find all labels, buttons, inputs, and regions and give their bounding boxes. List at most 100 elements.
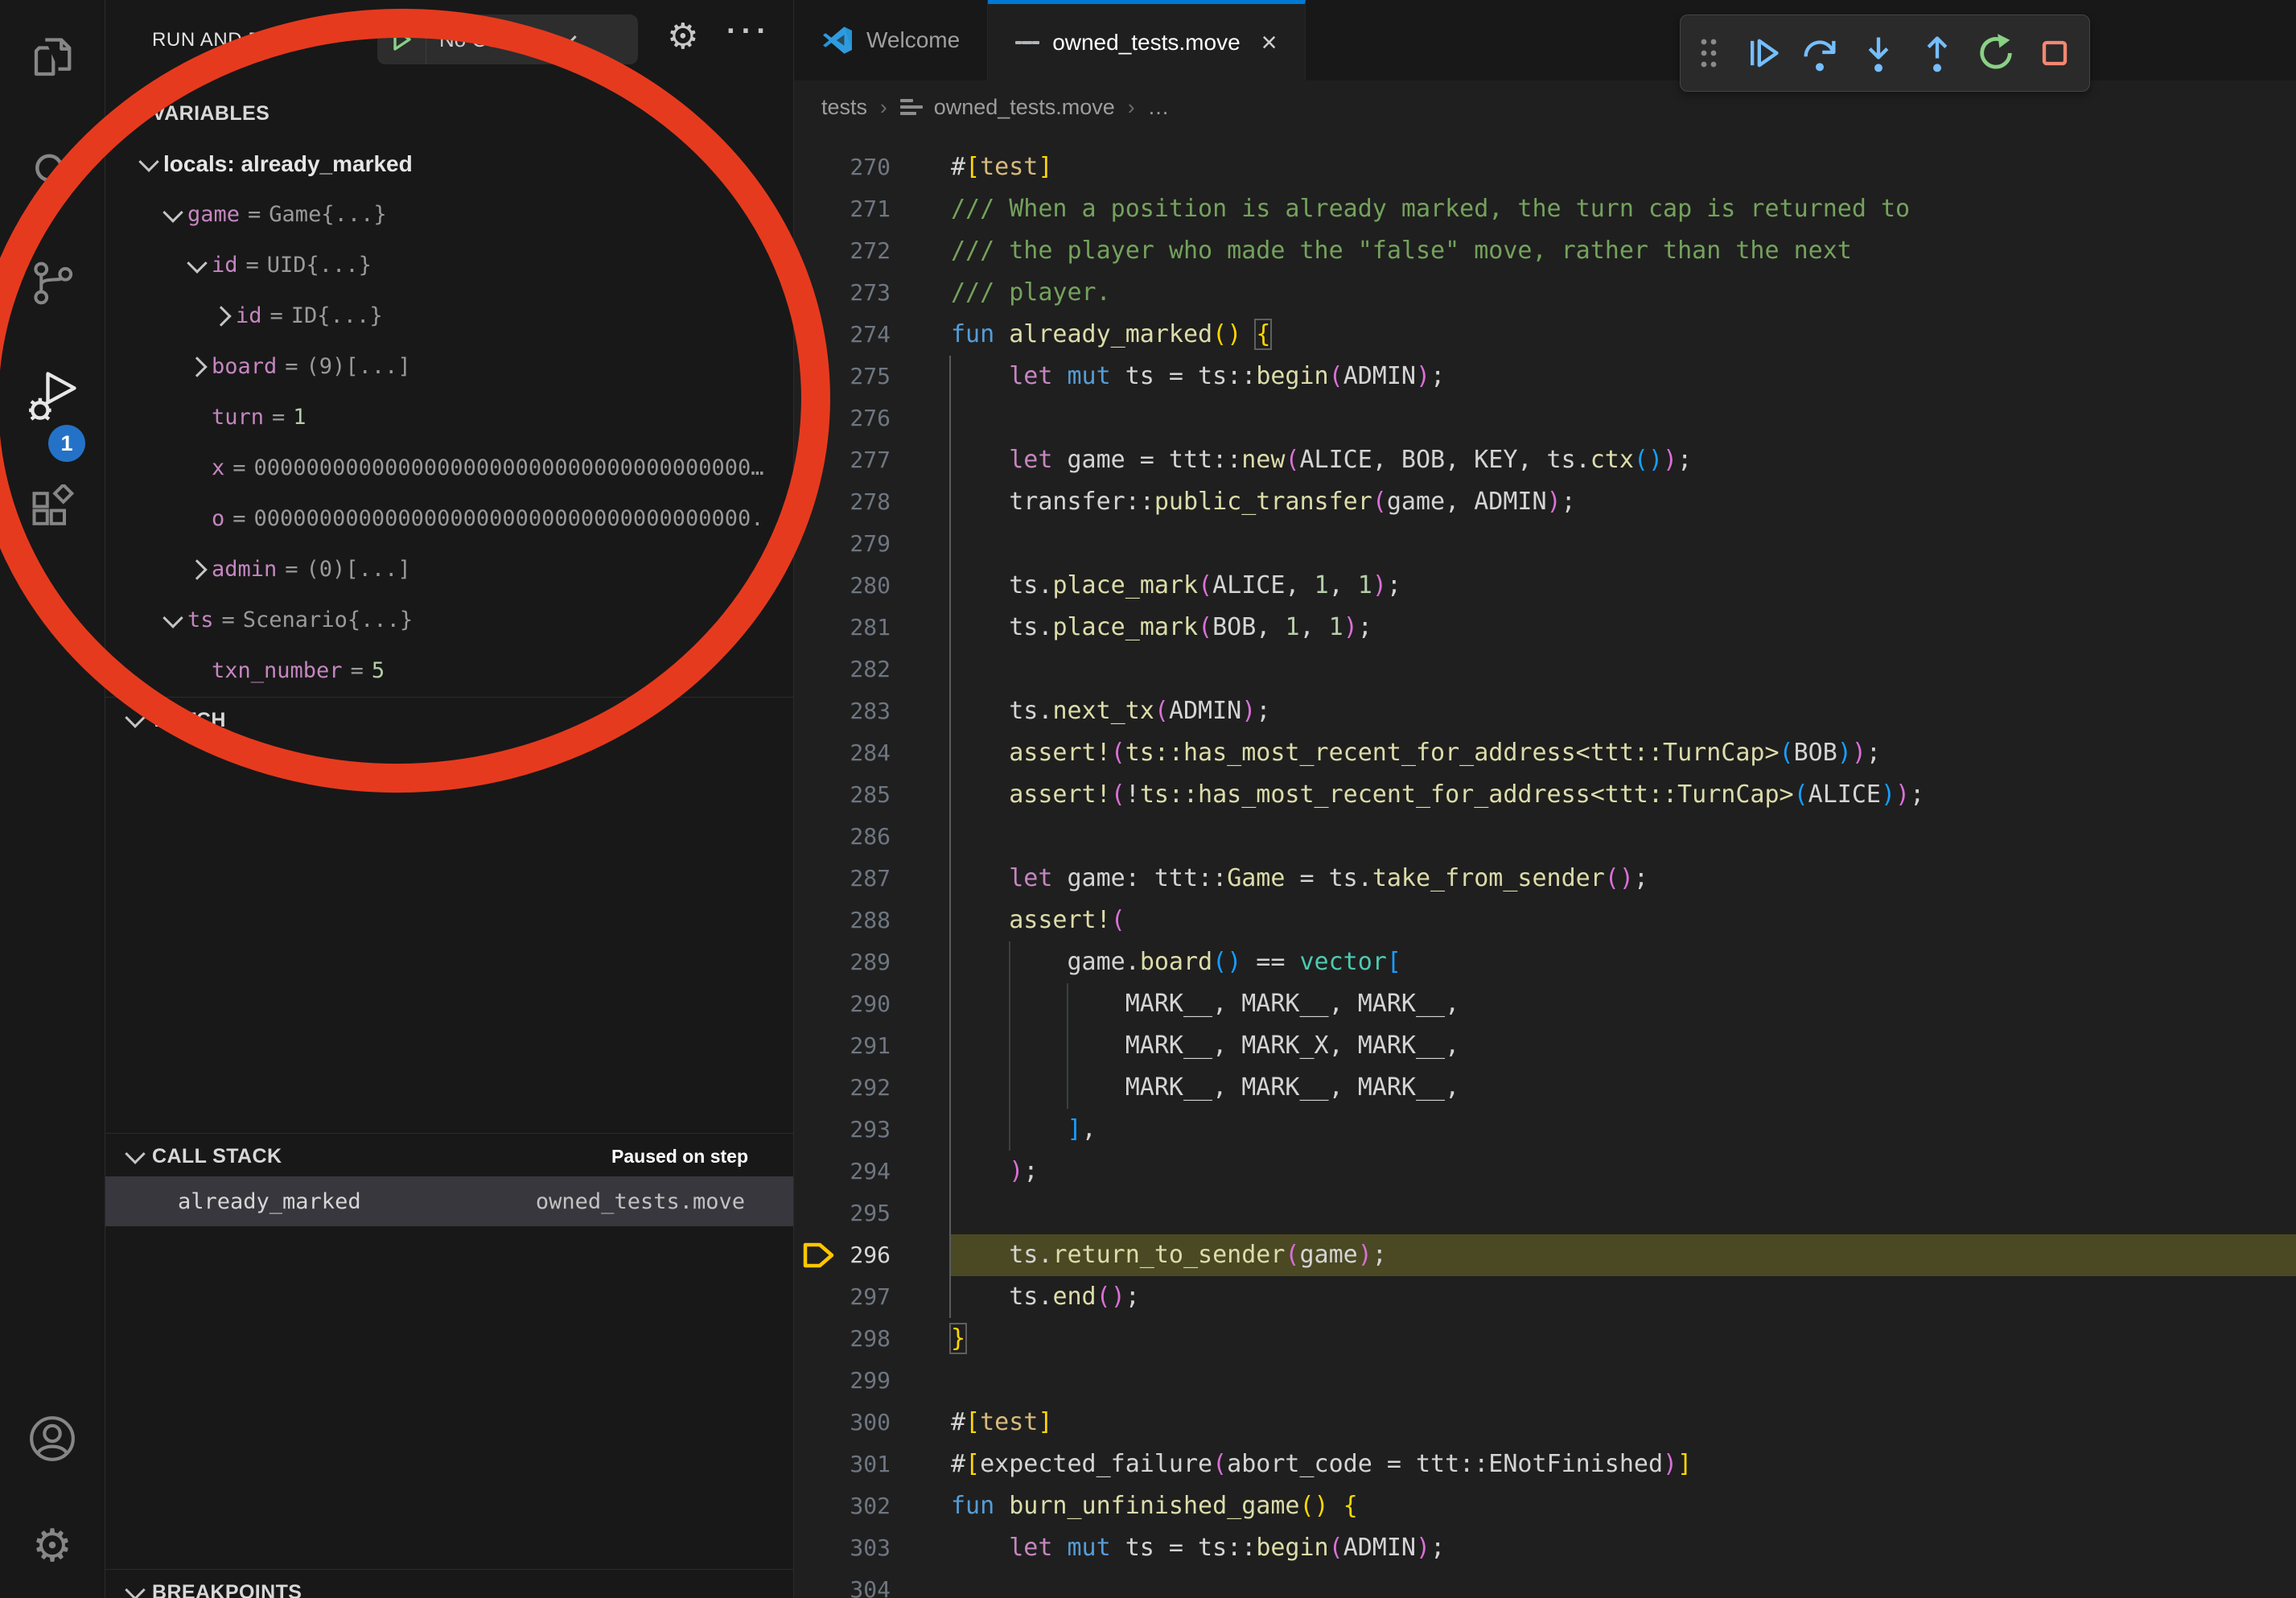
variable-row[interactable]: o=00000000000000000000000000000000000000… xyxy=(105,493,793,544)
code-line[interactable]: 286 xyxy=(794,816,2296,858)
line-number[interactable]: 301 xyxy=(794,1444,891,1485)
account-icon[interactable] xyxy=(0,1390,105,1487)
variable-row[interactable]: locals: already_marked xyxy=(105,138,793,189)
line-number[interactable]: 274 xyxy=(794,314,891,356)
line-number[interactable]: 277 xyxy=(794,439,891,481)
code-line[interactable]: 272/// the player who made the "false" m… xyxy=(794,230,2296,272)
source-control-icon[interactable] xyxy=(0,235,105,332)
search-icon[interactable] xyxy=(0,125,105,221)
line-number[interactable]: 298 xyxy=(794,1318,891,1360)
line-number[interactable]: 292 xyxy=(794,1067,891,1109)
breakpoints-section-header[interactable]: BREAKPOINTS xyxy=(105,1571,793,1598)
chevron-down-icon[interactable] xyxy=(163,202,183,222)
line-number[interactable]: 270 xyxy=(794,146,891,188)
code-line[interactable]: 285 assert!(!ts::has_most_recent_for_add… xyxy=(794,774,2296,816)
line-number[interactable]: 279 xyxy=(794,523,891,565)
code-line[interactable]: 298} xyxy=(794,1318,2296,1360)
chevron-right-icon[interactable] xyxy=(187,356,207,377)
breadcrumb-item[interactable]: … xyxy=(1148,95,1170,120)
code-line[interactable]: 278 transfer::public_transfer(game, ADMI… xyxy=(794,481,2296,523)
close-icon[interactable]: × xyxy=(1261,29,1278,56)
code-line[interactable]: 280 ts.place_mark(ALICE, 1, 1); xyxy=(794,565,2296,607)
variable-row[interactable]: game=Game{...} xyxy=(105,189,793,240)
code-line[interactable]: 279 xyxy=(794,523,2296,565)
step-over-icon[interactable] xyxy=(1796,25,1844,81)
line-number[interactable]: 304 xyxy=(794,1569,891,1598)
chevron-down-icon[interactable] xyxy=(138,151,158,171)
line-number[interactable]: 295 xyxy=(794,1192,891,1234)
line-number[interactable]: 278 xyxy=(794,481,891,523)
line-number[interactable]: 284 xyxy=(794,732,891,774)
line-number[interactable]: 293 xyxy=(794,1109,891,1151)
variable-row[interactable]: x=00000000000000000000000000000000000000… xyxy=(105,443,793,493)
variable-row[interactable]: id=ID{...} xyxy=(105,290,793,341)
variable-row[interactable]: board=(9)[...] xyxy=(105,341,793,392)
code-line[interactable]: 288 assert!( xyxy=(794,900,2296,941)
code-line[interactable]: 299 xyxy=(794,1360,2296,1402)
launch-config-dropdown[interactable]: No Configur xyxy=(377,14,638,64)
code-line[interactable]: 276 xyxy=(794,397,2296,439)
code-line[interactable]: 277 let game = ttt::new(ALICE, BOB, KEY,… xyxy=(794,439,2296,481)
line-number[interactable]: 303 xyxy=(794,1527,891,1569)
line-number[interactable]: 300 xyxy=(794,1402,891,1444)
line-number[interactable]: 286 xyxy=(794,816,891,858)
code-line[interactable]: 282 xyxy=(794,649,2296,690)
start-debug-icon[interactable] xyxy=(377,14,426,64)
code-line[interactable]: 281 ts.place_mark(BOB, 1, 1); xyxy=(794,607,2296,649)
line-number[interactable]: 299 xyxy=(794,1360,891,1402)
step-into-icon[interactable] xyxy=(1854,25,1903,81)
code-line[interactable]: 296 ts.return_to_sender(game); xyxy=(794,1234,2296,1276)
settings-gear-icon[interactable]: ⚙ xyxy=(0,1498,105,1595)
chevron-down-icon[interactable] xyxy=(163,607,183,628)
variable-row[interactable]: txn_number=5 xyxy=(105,645,793,696)
code-line[interactable]: 287 let game: ttt::Game = ts.take_from_s… xyxy=(794,858,2296,900)
code-line[interactable]: 294 ); xyxy=(794,1151,2296,1192)
code-line[interactable]: 303 let mut ts = ts::begin(ADMIN); xyxy=(794,1527,2296,1569)
line-number[interactable]: 280 xyxy=(794,565,891,607)
continue-icon[interactable] xyxy=(1737,25,1785,81)
line-number[interactable]: 272 xyxy=(794,230,891,272)
code-line[interactable]: 295 xyxy=(794,1192,2296,1234)
drag-handle-icon[interactable] xyxy=(1691,25,1726,81)
code-line[interactable]: 300#[test] xyxy=(794,1402,2296,1444)
breadcrumb-item[interactable]: tests xyxy=(821,95,867,120)
variable-row[interactable]: admin=(0)[...] xyxy=(105,544,793,595)
call-stack-frame[interactable]: already_marked owned_tests.move xyxy=(105,1176,793,1226)
line-number[interactable]: 288 xyxy=(794,900,891,941)
line-number[interactable]: 290 xyxy=(794,983,891,1025)
more-actions-icon[interactable]: ··· xyxy=(726,14,772,49)
code-line[interactable]: 271/// When a position is already marked… xyxy=(794,188,2296,230)
watch-section-header[interactable]: WATCH xyxy=(105,698,793,742)
code-line[interactable]: 273/// player. xyxy=(794,272,2296,314)
code-line[interactable]: 297 ts.end(); xyxy=(794,1276,2296,1318)
extensions-icon[interactable] xyxy=(0,460,105,557)
variable-row[interactable]: turn=1 xyxy=(105,392,793,443)
code-line[interactable]: 283 ts.next_tx(ADMIN); xyxy=(794,690,2296,732)
code-line[interactable]: 292 MARK__, MARK__, MARK__, xyxy=(794,1067,2296,1109)
line-number[interactable]: 287 xyxy=(794,858,891,900)
step-out-icon[interactable] xyxy=(1913,25,1961,81)
line-number[interactable]: 273 xyxy=(794,272,891,314)
line-number[interactable]: 281 xyxy=(794,607,891,649)
code-line[interactable]: 302fun burn_unfinished_game() { xyxy=(794,1485,2296,1527)
breadcrumb-item[interactable]: owned_tests.move xyxy=(934,95,1115,120)
code-line[interactable]: 274fun already_marked() { xyxy=(794,314,2296,356)
line-number[interactable]: 282 xyxy=(794,649,891,690)
run-and-debug-icon[interactable] xyxy=(0,348,105,444)
line-number[interactable]: 297 xyxy=(794,1276,891,1318)
code-line[interactable]: 293 ], xyxy=(794,1109,2296,1151)
variable-row[interactable]: ts=Scenario{...} xyxy=(105,595,793,645)
line-number[interactable]: 271 xyxy=(794,188,891,230)
restart-icon[interactable] xyxy=(1972,25,2020,81)
line-number[interactable]: 289 xyxy=(794,941,891,983)
chevron-right-icon[interactable] xyxy=(211,306,231,326)
code-line[interactable]: 284 assert!(ts::has_most_recent_for_addr… xyxy=(794,732,2296,774)
tab-welcome[interactable]: Welcome xyxy=(794,0,988,80)
line-number[interactable]: 276 xyxy=(794,397,891,439)
code-line[interactable]: 290 MARK__, MARK__, MARK__, xyxy=(794,983,2296,1025)
code-line[interactable]: 301#[expected_failure(abort_code = ttt::… xyxy=(794,1444,2296,1485)
line-number[interactable]: 291 xyxy=(794,1025,891,1067)
code-line[interactable]: 289 game.board() == vector[ xyxy=(794,941,2296,983)
call-stack-section-header[interactable]: CALL STACK Paused on step xyxy=(105,1135,793,1178)
chevron-down-icon[interactable] xyxy=(187,253,207,273)
